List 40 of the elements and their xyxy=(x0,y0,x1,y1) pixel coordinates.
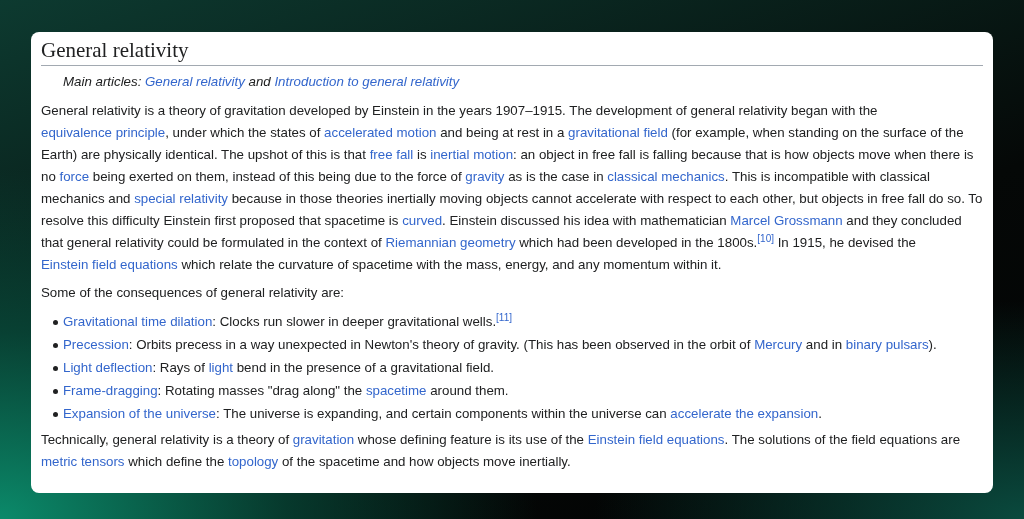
link[interactable]: Expansion of the universe xyxy=(63,406,216,422)
paragraph: Technically, general relativity is a theory of gravitation whose defining feature is its use of the Einstein field equations. The solutions of the field equations are metric tensors which define the topology of the spacetime and how objects move inertially. xyxy=(41,431,962,472)
link[interactable]: gravitational field xyxy=(568,125,668,141)
link[interactable]: classical mechanics xyxy=(607,169,725,185)
section-heading: General relativity xyxy=(41,37,983,67)
reference-link[interactable]: [10] xyxy=(757,232,774,244)
link[interactable]: Introduction to general relativity xyxy=(274,74,460,90)
list-item-text: Precession: Orbits precess in a way unexpected in Newton's theory of gravity. (This has been observed in the orbit of Mercury and in binary pulsars). xyxy=(63,336,937,355)
link[interactable]: Frame-dragging xyxy=(63,383,158,399)
bullet-icon xyxy=(53,320,58,326)
link[interactable]: accelerated motion xyxy=(324,125,437,141)
hatnote: Main articles: General relativity and Introduction to general relativity xyxy=(62,73,461,92)
list-item-text: Gravitational time dilation: Clocks run slower in deeper gravitational wells.$^{[11]}$ xyxy=(63,310,513,332)
bullet-icon xyxy=(53,412,58,418)
link[interactable]: Riemannian geometry xyxy=(385,235,516,251)
link[interactable]: special relativity xyxy=(134,191,228,207)
link[interactable]: General relativity xyxy=(145,74,245,90)
bullet-icon xyxy=(53,366,58,372)
link[interactable]: Mercury xyxy=(754,337,803,353)
link[interactable]: Precession xyxy=(63,337,129,353)
link[interactable]: light xyxy=(208,360,234,376)
bullet-icon xyxy=(53,389,58,395)
link[interactable]: gravitation xyxy=(292,432,355,448)
paragraph: Some of the consequences of general relativity are: xyxy=(41,284,346,303)
link[interactable]: binary pulsars xyxy=(845,337,929,353)
list-item-text: Expansion of the universe: The universe is expanding, and certain components within the universe can accelerate the expansion. xyxy=(63,405,822,424)
link[interactable]: topology xyxy=(228,454,279,470)
paragraph: General relativity is a theory of gravitation developed by Einstein in the years 1907–1915. The development of general relativity began with the equivalence principle, under which the states of accelerated motion and being at rest in a gravitational field (for example, when standing on the surface of the Earth) are physically identical. The upshot of this is that free fall is inertial motion: an object in free fall is falling because that is how objects move when there is no force being exerted on them, instead of this being due to the force of gravity as is the case in classical mechanics. This is incompatible with classical mechanics and special relativity because in those theories inertially moving objects cannot accelerate with respect to each other, but objects in free fall do so. To resolve this difficulty Einstein first proposed that spacetime is curved. Einstein discussed his idea with mathematician Marcel Grossmann and they concluded that general relativity could be formulated in the context of Riemannian geometry which had been developed in the 1800s.$^{[10]}$ In 1915, he devised the Einstein field equations which relate the curvature of spacetime with the mass, energy, and any momentum within it. xyxy=(41,102,983,275)
reference-link[interactable]: [11] xyxy=(496,311,513,323)
link[interactable]: metric tensors xyxy=(41,454,125,470)
link[interactable]: Marcel Grossmann xyxy=(730,213,843,229)
link[interactable]: free fall xyxy=(369,147,414,163)
link[interactable]: force xyxy=(59,169,90,185)
bullet-icon xyxy=(53,343,58,349)
list-item-text: Light deflection: Rays of light bend in the presence of a gravitational field. xyxy=(63,359,494,378)
link[interactable]: equivalence principle xyxy=(41,125,166,141)
link[interactable]: Einstein field equations xyxy=(41,257,178,273)
link[interactable]: gravity xyxy=(465,169,505,185)
list-item-text: Frame-dragging: Rotating masses "drag along" the spacetime around them. xyxy=(63,382,509,401)
link[interactable]: spacetime xyxy=(365,383,427,399)
